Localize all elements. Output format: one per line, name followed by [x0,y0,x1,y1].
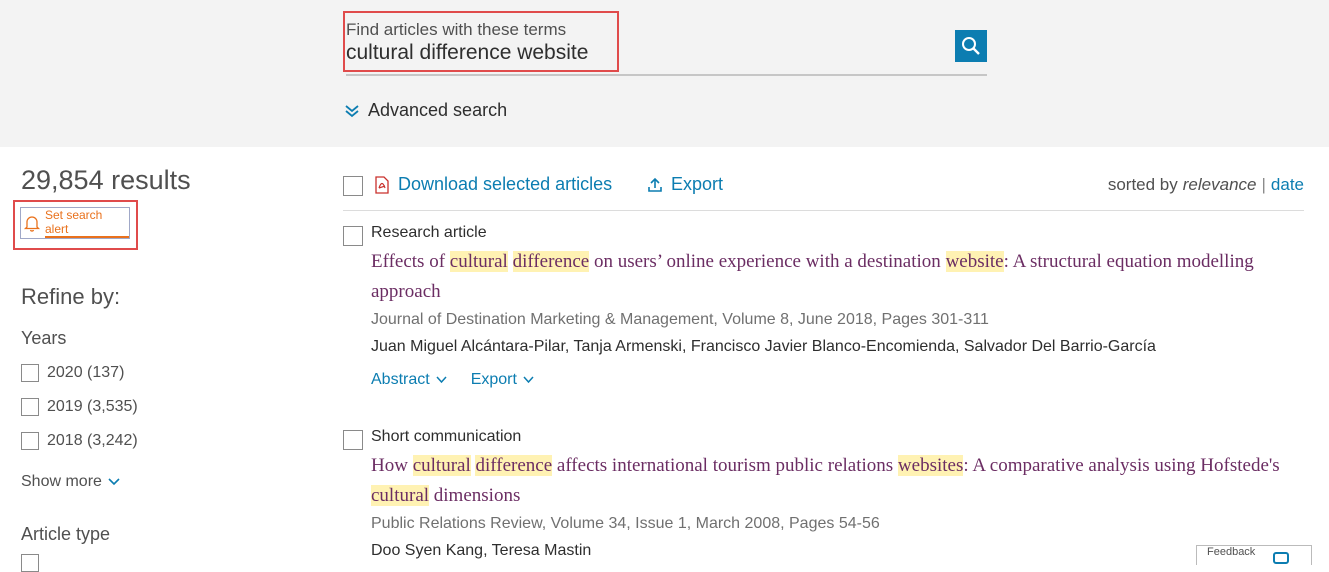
year-2019-label: 2019 (3,535) [47,398,138,415]
chevron-down-icon [523,376,534,384]
set-search-alert-button[interactable]: Set search alert [20,207,130,239]
title-highlight: cultural [412,455,471,476]
result-2-type: Short communication [371,428,522,445]
bell-icon [23,216,41,232]
sort-controls: sorted by relevance | date [1108,175,1304,195]
title-highlight: difference [475,455,553,476]
export-label: Export [671,174,724,194]
feedback-tab[interactable]: Feedback [1196,545,1312,565]
title-highlight: difference [512,251,590,272]
title-text: How [371,455,413,476]
result-2-authors: Doo Syen Kang, Teresa Mastin [371,542,592,559]
search-button[interactable] [955,30,987,62]
advanced-search-link[interactable]: Advanced search [344,100,507,121]
year-2019-checkbox[interactable] [21,398,39,416]
sorted-by-label: sorted by [1107,175,1178,194]
year-2020-checkbox[interactable] [21,364,39,382]
annotation-box-search [343,11,619,72]
search-underline [346,74,987,76]
result-1-actions: Abstract Export [371,371,534,389]
download-selected-button[interactable]: Download selected articles [374,174,612,195]
title-text: affects international tourism public rel… [552,455,898,476]
export-button[interactable]: Export [647,174,723,195]
sort-date-link[interactable]: date [1271,175,1304,195]
sort-separator: | [1261,175,1266,194]
title-highlight: cultural [449,251,508,272]
search-icon [962,37,980,55]
result-1-authors: Juan Miguel Alcántara-Pilar, Tanja Armen… [371,338,1156,355]
title-highlight: cultural [371,485,430,506]
chevron-down-icon [108,478,120,486]
advanced-search-label: Advanced search [368,100,508,120]
export-icon [648,177,662,192]
year-filter-2020[interactable]: 2020 (137) [21,364,124,382]
title-highlight: websites [897,455,964,476]
select-all-checkbox[interactable] [343,176,363,196]
toolbar-divider [343,210,1304,211]
feedback-label: Feedback [1207,546,1256,558]
result-1-abstract-toggle[interactable]: Abstract [371,371,447,389]
chevron-down-icon [436,376,447,384]
set-search-alert-label: Set search alert [44,208,129,238]
title-text [508,251,513,272]
title-highlight: website [945,251,1004,272]
article-type-heading: Article type [21,524,111,544]
article-type-checkbox[interactable] [21,554,39,572]
results-count: 29,854 results [21,165,191,195]
result-2-title[interactable]: How cultural difference affects internat… [371,451,1291,511]
abstract-label: Abstract [371,371,430,388]
year-2020-label: 2020 (137) [47,364,125,381]
title-text: Effects of [371,251,450,272]
year-2018-label: 2018 (3,242) [47,432,138,449]
refine-by-heading: Refine by: [21,284,121,309]
title-text: : A comparative analysis using Hofstede'… [963,455,1280,476]
year-2018-checkbox[interactable] [21,432,39,450]
result-2-checkbox[interactable] [343,430,363,450]
result-1-title[interactable]: Effects of cultural difference on users’… [371,247,1291,307]
double-chevron-down-icon [345,104,359,117]
result-1-source: Journal of Destination Marketing & Manag… [371,311,989,328]
pdf-icon [375,175,389,194]
chat-bubble-icon [1273,552,1289,564]
result-1-checkbox[interactable] [343,226,363,246]
result-2-source: Public Relations Review, Volume 34, Issu… [371,515,880,532]
result-1-type: Research article [371,224,487,241]
export-label: Export [470,371,517,388]
show-more-label: Show more [21,473,102,490]
title-text: on users’ online experience with a desti… [589,251,946,272]
year-filter-2019[interactable]: 2019 (3,535) [21,398,138,416]
sort-relevance[interactable]: relevance [1183,175,1257,195]
year-filter-2018[interactable]: 2018 (3,242) [21,432,138,450]
years-heading: Years [21,328,67,348]
result-1-export-toggle[interactable]: Export [471,371,534,389]
download-selected-label: Download selected articles [398,174,613,194]
title-text: dimensions [429,485,521,506]
show-more-years-link[interactable]: Show more [21,473,120,491]
